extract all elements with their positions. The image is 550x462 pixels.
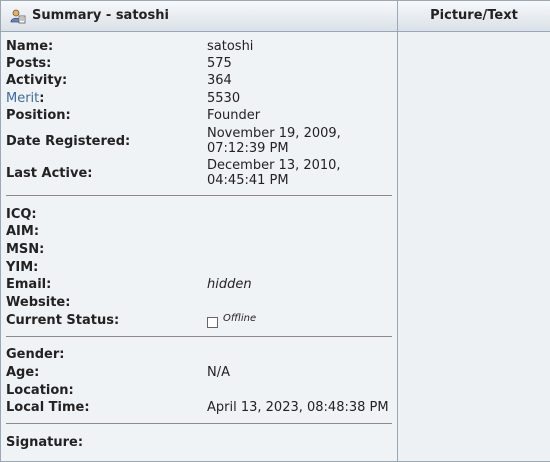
position-label: Position:: [6, 108, 71, 123]
last-active-date: December 13, 2010,: [207, 158, 341, 173]
signature-label: Signature:: [6, 435, 84, 450]
local-time-label: Local Time:: [6, 400, 90, 415]
posts-label: Posts:: [6, 56, 52, 71]
age-label: Age:: [6, 365, 40, 380]
registered-date: November 19, 2009,: [207, 126, 341, 141]
merit-value: 5530: [207, 91, 241, 106]
last-active-value: December 13, 2010, 04:45:41 PM: [207, 158, 341, 188]
merit-link[interactable]: Merit: [6, 91, 39, 106]
summary-section: Name: satoshi Posts: 575 Activity: 364 M…: [1, 32, 397, 461]
divider: [6, 423, 392, 424]
merit-colon: :: [39, 91, 45, 106]
icq-label: ICQ:: [6, 207, 37, 222]
profile-panel: Summary - satoshi Picture/Text Name: sat…: [0, 0, 550, 462]
column-divider: [397, 1, 398, 461]
divider: [6, 336, 392, 337]
activity-label: Activity:: [6, 73, 68, 88]
panel-header: Summary - satoshi Picture/Text: [1, 1, 550, 32]
name-value: satoshi: [207, 39, 254, 54]
offline-icon: [207, 317, 218, 328]
status-label: Current Status:: [6, 313, 120, 328]
last-active-label: Last Active:: [6, 166, 93, 181]
email-value: hidden: [207, 277, 252, 292]
yim-label: YIM:: [6, 260, 39, 275]
last-active-time: 04:45:41 PM: [207, 173, 289, 188]
summary-title: Summary - satoshi: [32, 8, 169, 23]
activity-value: 364: [207, 73, 232, 88]
divider: [6, 195, 392, 196]
email-label: Email:: [6, 277, 52, 292]
aim-label: AIM:: [6, 224, 40, 239]
user-profile-icon: [10, 9, 26, 24]
msn-label: MSN:: [6, 242, 45, 257]
registered-value: November 19, 2009, 07:12:39 PM: [207, 126, 341, 156]
gender-label: Gender:: [6, 347, 65, 362]
website-label: Website:: [6, 295, 71, 310]
status-text: Offline: [223, 313, 257, 324]
posts-value: 575: [207, 56, 232, 71]
local-time-value: April 13, 2023, 08:48:38 PM: [207, 400, 389, 415]
merit-label-group: Merit:: [6, 91, 44, 106]
status-value: Offline: [207, 313, 256, 328]
position-value: Founder: [207, 108, 261, 123]
name-label: Name:: [6, 39, 54, 54]
registered-label: Date Registered:: [6, 134, 131, 149]
picture-text-section: [398, 32, 550, 461]
picture-text-title: Picture/Text: [430, 8, 518, 23]
age-value: N/A: [207, 365, 230, 380]
location-label: Location:: [6, 383, 74, 398]
registered-time: 07:12:39 PM: [207, 141, 289, 156]
